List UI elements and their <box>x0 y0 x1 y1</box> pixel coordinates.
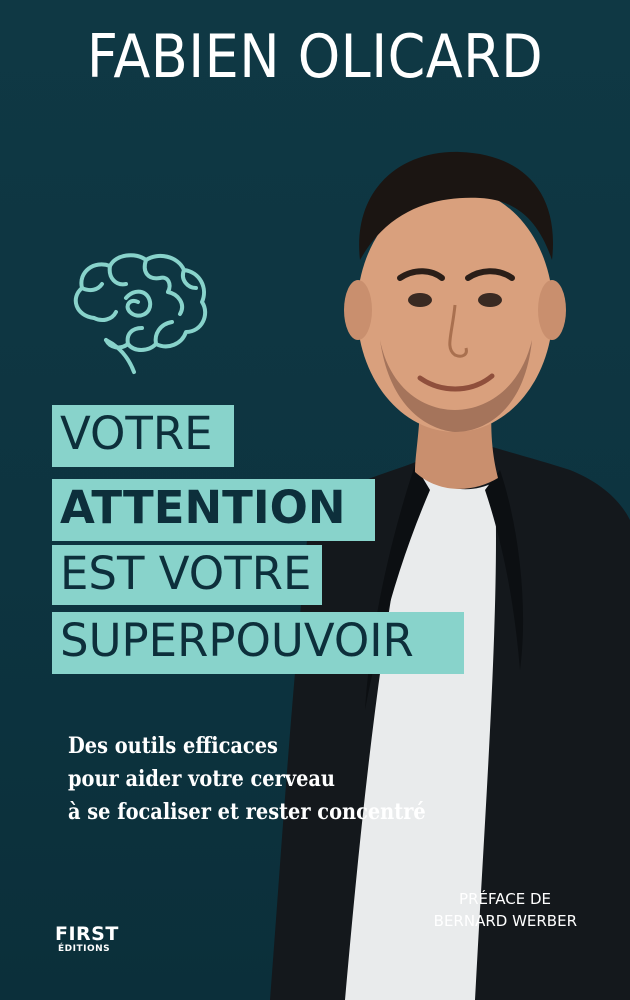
book-cover: FABIEN OLICARD VOTRE ATTENTION EST VOTRE… <box>0 0 630 1000</box>
subtitle-line-1: Des outils efficaces <box>68 733 278 759</box>
brain-icon <box>73 253 208 374</box>
publisher-subtitle: ÉDITIONS <box>58 944 111 954</box>
title-line-3: EST VOTRE <box>52 545 322 605</box>
preface-label: PRÉFACE DE <box>459 890 551 908</box>
title-line-1: VOTRE <box>52 405 234 467</box>
title-line-4: SUPERPOUVOIR <box>52 612 464 674</box>
author-name: FABIEN OLICARD <box>86 22 544 92</box>
publisher-name: FIRST <box>55 923 119 945</box>
publisher-logo: FIRST ÉDITIONS <box>55 924 119 955</box>
preface-credit: PRÉFACE DE BERNARD WERBER <box>434 888 577 932</box>
author-portrait <box>270 151 630 1000</box>
preface-author: BERNARD WERBER <box>433 912 577 930</box>
subtitle: Des outils efficaces pour aider votre ce… <box>68 730 448 829</box>
subtitle-line-3: à se focaliser et rester concentré <box>68 799 426 825</box>
title-line-2: ATTENTION <box>52 479 375 541</box>
subtitle-line-2: pour aider votre cerveau <box>68 766 336 792</box>
